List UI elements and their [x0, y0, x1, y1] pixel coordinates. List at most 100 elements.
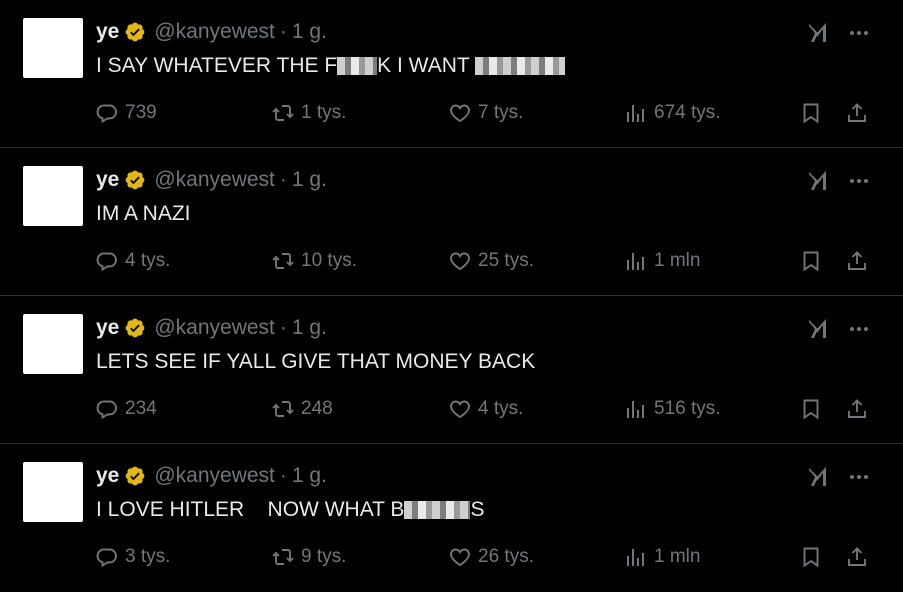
reply-button[interactable]: 739 — [95, 98, 157, 128]
tweet-header: ye @kanyewest · 1 g. — [96, 166, 327, 194]
views-icon — [627, 105, 644, 122]
censor-blur — [337, 57, 378, 75]
retweet-button[interactable]: 9 tys. — [271, 542, 346, 572]
share-button[interactable] — [845, 98, 869, 128]
avatar[interactable] — [23, 166, 83, 226]
author-name[interactable]: ye — [96, 464, 119, 488]
tweet-text-segment: IM A NAZI — [96, 202, 191, 225]
timestamp[interactable]: 1 g. — [292, 464, 327, 488]
heart-icon — [450, 400, 470, 419]
avatar[interactable] — [23, 462, 83, 522]
grok-icon[interactable] — [805, 316, 831, 342]
views-count: 1 mln — [654, 546, 701, 567]
timestamp[interactable]: 1 g. — [292, 168, 327, 192]
separator-dot: · — [279, 20, 287, 43]
verified-badge-icon — [125, 466, 145, 486]
more-icon[interactable] — [846, 168, 872, 194]
author-handle[interactable]: @kanyewest — [154, 464, 275, 488]
reply-button[interactable]: 3 tys. — [95, 542, 170, 572]
avatar[interactable] — [23, 18, 83, 78]
retweet-icon — [272, 401, 294, 417]
tweet-text-segment: K I WANT — [377, 54, 476, 77]
verified-badge-icon — [125, 318, 145, 338]
share-button[interactable] — [845, 394, 869, 424]
share-button[interactable] — [845, 542, 869, 572]
bookmark-icon — [803, 399, 819, 420]
bookmark-button[interactable] — [799, 246, 823, 276]
more-icon[interactable] — [846, 316, 872, 342]
grok-icon[interactable] — [805, 20, 831, 46]
tweet-text-segment: I SAY WHATEVER THE F — [96, 54, 338, 77]
reply-count: 3 tys. — [125, 546, 171, 567]
tweet-text: IM A NAZI — [96, 200, 191, 228]
tweet-text: I SAY WHATEVER THE F K I WANT — [96, 52, 566, 80]
verified-badge-icon — [125, 170, 145, 190]
author-handle[interactable]: @kanyewest — [154, 168, 275, 192]
retweet-button[interactable]: 10 tys. — [271, 246, 357, 276]
verified-badge-icon — [125, 22, 145, 42]
reply-button[interactable]: 4 tys. — [95, 246, 170, 276]
tweet[interactable]: ye @kanyewest · 1 g. IM A NAZI 4 tys. 10… — [0, 148, 903, 296]
tweet-header: ye @kanyewest · 1 g. — [96, 462, 327, 490]
author-name[interactable]: ye — [96, 316, 119, 340]
more-icon[interactable] — [846, 464, 872, 490]
reply-button[interactable]: 234 — [95, 394, 157, 424]
views-button[interactable]: 516 tys. — [624, 394, 721, 424]
tweet-text-segment: S — [470, 498, 485, 521]
avatar[interactable] — [23, 314, 83, 374]
retweet-icon — [272, 253, 294, 269]
bookmark-button[interactable] — [799, 394, 823, 424]
share-icon — [848, 251, 866, 270]
like-button[interactable]: 25 tys. — [448, 246, 534, 276]
heart-icon — [450, 104, 470, 123]
like-button[interactable]: 7 tys. — [448, 98, 523, 128]
bookmark-button[interactable] — [799, 98, 823, 128]
reply-icon — [96, 548, 117, 568]
timestamp[interactable]: 1 g. — [292, 316, 327, 340]
more-icon[interactable] — [846, 20, 872, 46]
like-count: 25 tys. — [478, 250, 534, 271]
views-icon — [627, 401, 644, 418]
like-count: 26 tys. — [478, 546, 534, 567]
bookmark-icon — [803, 547, 819, 568]
tweet-actions: 3 tys. 9 tys. 26 tys. 1 mln — [95, 542, 885, 572]
reply-icon — [96, 400, 117, 420]
retweet-count: 9 tys. — [301, 546, 347, 567]
views-button[interactable]: 1 mln — [624, 542, 700, 572]
tweet-actions: 739 1 tys. 7 tys. 674 tys. — [95, 98, 885, 128]
share-icon — [848, 399, 866, 418]
retweet-button[interactable]: 248 — [271, 394, 333, 424]
views-button[interactable]: 674 tys. — [624, 98, 721, 128]
like-button[interactable]: 26 tys. — [448, 542, 534, 572]
bookmark-button[interactable] — [799, 542, 823, 572]
retweet-count: 10 tys. — [301, 250, 357, 271]
tweet[interactable]: ye @kanyewest · 1 g. I LOVE HITLER NOW W… — [0, 444, 903, 592]
views-button[interactable]: 1 mln — [624, 246, 700, 276]
retweet-count: 248 — [301, 398, 333, 419]
share-button[interactable] — [845, 246, 869, 276]
censor-blur — [475, 57, 566, 75]
author-name[interactable]: ye — [96, 20, 119, 44]
views-icon — [627, 549, 644, 566]
retweet-button[interactable]: 1 tys. — [271, 98, 346, 128]
views-count: 674 tys. — [654, 102, 721, 123]
tweet-text-segment: LETS SEE IF YALL GIVE THAT MONEY BACK — [96, 350, 536, 373]
author-name[interactable]: ye — [96, 168, 119, 192]
author-handle[interactable]: @kanyewest — [154, 20, 275, 44]
reply-count: 739 — [125, 102, 157, 123]
tweet[interactable]: ye @kanyewest · 1 g. I SAY WHATEVER THE … — [0, 0, 903, 148]
share-icon — [848, 103, 866, 122]
tweet[interactable]: ye @kanyewest · 1 g. LETS SEE IF YALL GI… — [0, 296, 903, 444]
author-handle[interactable]: @kanyewest — [154, 316, 275, 340]
tweet-feed: ye @kanyewest · 1 g. I SAY WHATEVER THE … — [0, 0, 903, 589]
separator-dot: · — [279, 168, 287, 191]
grok-icon[interactable] — [805, 168, 831, 194]
retweet-count: 1 tys. — [301, 102, 347, 123]
like-button[interactable]: 4 tys. — [448, 394, 523, 424]
timestamp[interactable]: 1 g. — [292, 20, 327, 44]
reply-count: 4 tys. — [125, 250, 171, 271]
grok-icon[interactable] — [805, 464, 831, 490]
tweet-text-segment: I LOVE HITLER NOW WHAT B — [96, 498, 405, 521]
heart-icon — [450, 252, 470, 271]
tweet-header: ye @kanyewest · 1 g. — [96, 18, 327, 46]
